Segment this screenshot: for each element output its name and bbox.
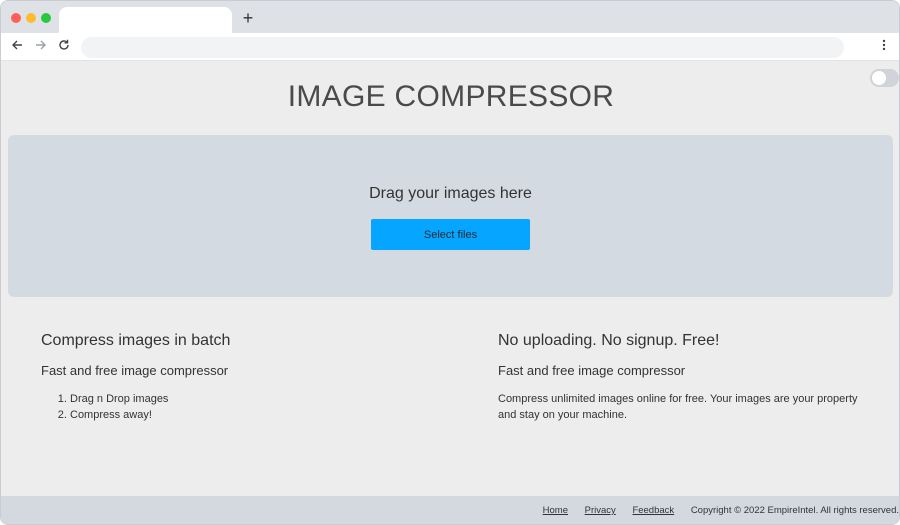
- footer-copyright: Copyright © 2022 EmpireIntel. All rights…: [690, 505, 899, 516]
- footer-content: Home Privacy Feedback Copyright © 2022 E…: [543, 505, 899, 516]
- new-tab-button[interactable]: +: [239, 8, 257, 28]
- dropzone-text: Drag your images here: [369, 185, 532, 202]
- feature-subheading: Fast and free image compressor: [498, 363, 686, 378]
- steps-list: Drag n Drop images Compress away!: [41, 391, 441, 423]
- arrow-left-icon[interactable]: [8, 37, 26, 57]
- minimize-window-button[interactable]: [26, 13, 36, 23]
- select-files-button[interactable]: Select files: [371, 219, 530, 250]
- footer-link-home[interactable]: Home: [543, 505, 568, 516]
- feature-heading: Compress images in batch: [41, 332, 231, 349]
- maximize-window-button[interactable]: [41, 13, 51, 23]
- reload-icon[interactable]: [55, 37, 73, 57]
- list-item: Drag n Drop images: [70, 391, 441, 407]
- feature-batch: Compress images in batch Fast and free i…: [41, 332, 441, 423]
- arrow-right-icon[interactable]: [32, 37, 50, 57]
- feature-heading: No uploading. No signup. Free!: [498, 332, 720, 349]
- feature-subheading: Fast and free image compressor: [41, 363, 229, 378]
- page-footer: Home Privacy Feedback Copyright © 2022 E…: [1, 496, 899, 524]
- close-window-button[interactable]: [11, 13, 21, 23]
- browser-window: + IMAGE COMPRESSOR Drag your images here…: [0, 0, 900, 525]
- tab-bar: +: [1, 1, 899, 33]
- feature-free: No uploading. No signup. Free! Fast and …: [498, 332, 878, 423]
- browser-toolbar: [1, 33, 899, 61]
- page-content: IMAGE COMPRESSOR Drag your images here S…: [1, 62, 899, 524]
- kebab-menu-icon[interactable]: [875, 37, 893, 57]
- page-title: IMAGE COMPRESSOR: [287, 80, 615, 113]
- list-item: Compress away!: [70, 407, 441, 423]
- address-bar-input[interactable]: [81, 37, 844, 58]
- feature-description: Compress unlimited images online for fre…: [498, 393, 858, 421]
- footer-link-privacy[interactable]: Privacy: [585, 505, 616, 516]
- browser-tab[interactable]: [59, 7, 232, 33]
- footer-link-feedback[interactable]: Feedback: [632, 505, 674, 516]
- image-dropzone[interactable]: Drag your images here Select files: [8, 135, 893, 297]
